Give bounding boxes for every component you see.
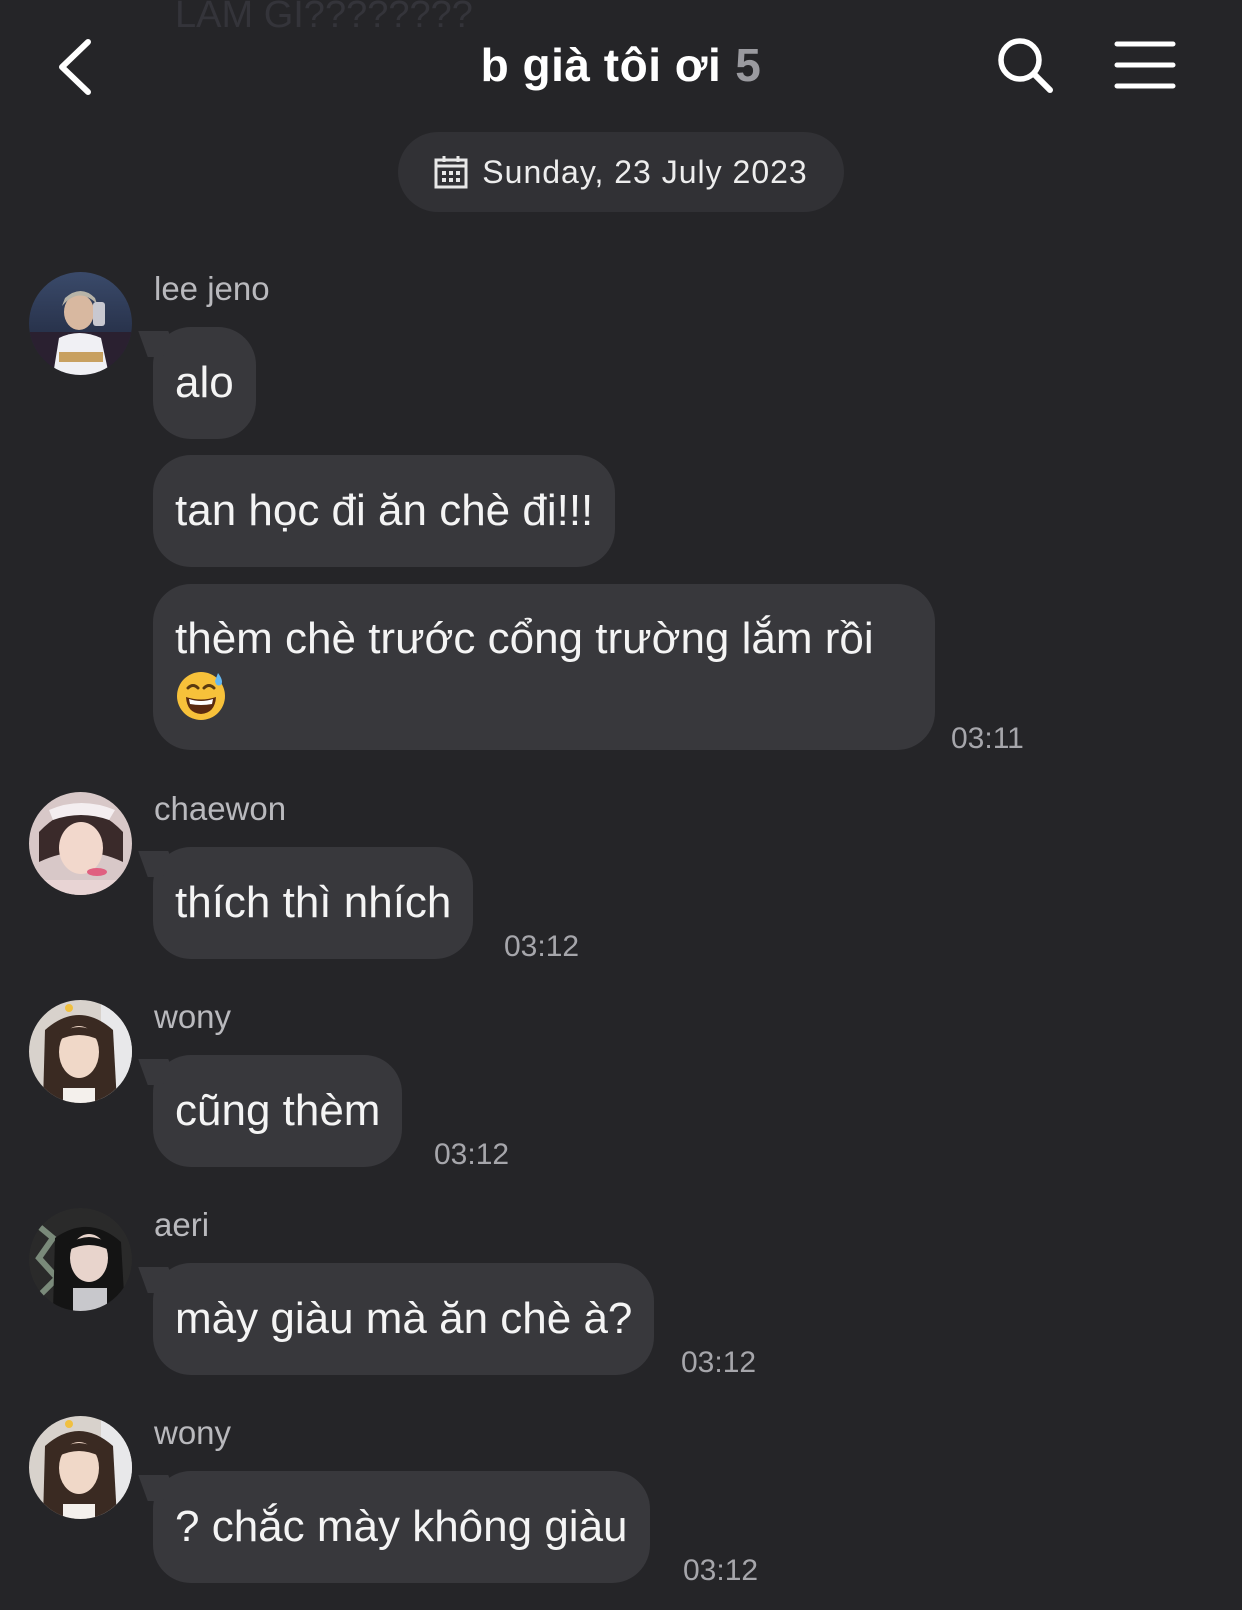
profile-photo — [29, 1416, 132, 1519]
sender-name: lee jeno — [154, 270, 270, 307]
message-bubble[interactable]: ? chắc mày không giàu — [153, 1471, 650, 1583]
group-name: b già tôi ơi — [480, 39, 722, 91]
avatar[interactable] — [29, 792, 132, 895]
chat-header: b già tôi ơi 5 — [0, 0, 1242, 130]
sender-name: chaewon — [154, 790, 287, 827]
search-icon — [998, 38, 1053, 93]
menu-button[interactable] — [1114, 40, 1176, 92]
avatar[interactable] — [29, 272, 132, 375]
search-button[interactable] — [996, 36, 1056, 96]
avatar[interactable] — [29, 1000, 132, 1103]
message-timestamp: 03:11 — [951, 722, 1024, 755]
avatar[interactable] — [29, 1416, 132, 1519]
message-bubble[interactable]: thích thì nhích — [153, 847, 474, 959]
profile-photo — [29, 1208, 132, 1311]
sweat-smile-emoji-icon — [177, 672, 225, 721]
calendar-icon — [434, 156, 468, 189]
sender-name: wony — [154, 1414, 232, 1451]
profile-photo — [29, 1000, 132, 1103]
message-timestamp: 03:12 — [504, 930, 580, 963]
message-bubble[interactable]: tan học đi ăn chè đi!!! — [153, 455, 616, 567]
message-timestamp: 03:12 — [683, 1554, 759, 1587]
sender-name: wony — [154, 998, 232, 1035]
message-timestamp: 03:12 — [434, 1138, 510, 1171]
message-bubble[interactable]: cũng thèm — [153, 1055, 403, 1167]
avatar[interactable] — [29, 1208, 132, 1311]
message-timestamp: 03:12 — [681, 1346, 757, 1379]
hamburger-menu-icon — [1114, 41, 1176, 89]
date-label: Sunday, 23 July 2023 — [482, 153, 808, 190]
profile-photo — [29, 792, 132, 895]
profile-photo — [29, 272, 132, 375]
message-text: thèm chè trước cổng trường lắm rồi — [175, 614, 874, 663]
message-bubble[interactable]: thèm chè trước cổng trường lắm rồi — [153, 584, 935, 750]
sender-name: aeri — [154, 1206, 210, 1243]
member-count: 5 — [735, 39, 762, 91]
message-bubble[interactable]: mày giàu mà ăn chè à? — [153, 1263, 655, 1375]
date-separator: Sunday, 23 July 2023 — [398, 132, 844, 212]
message-bubble[interactable]: alo — [153, 327, 256, 439]
